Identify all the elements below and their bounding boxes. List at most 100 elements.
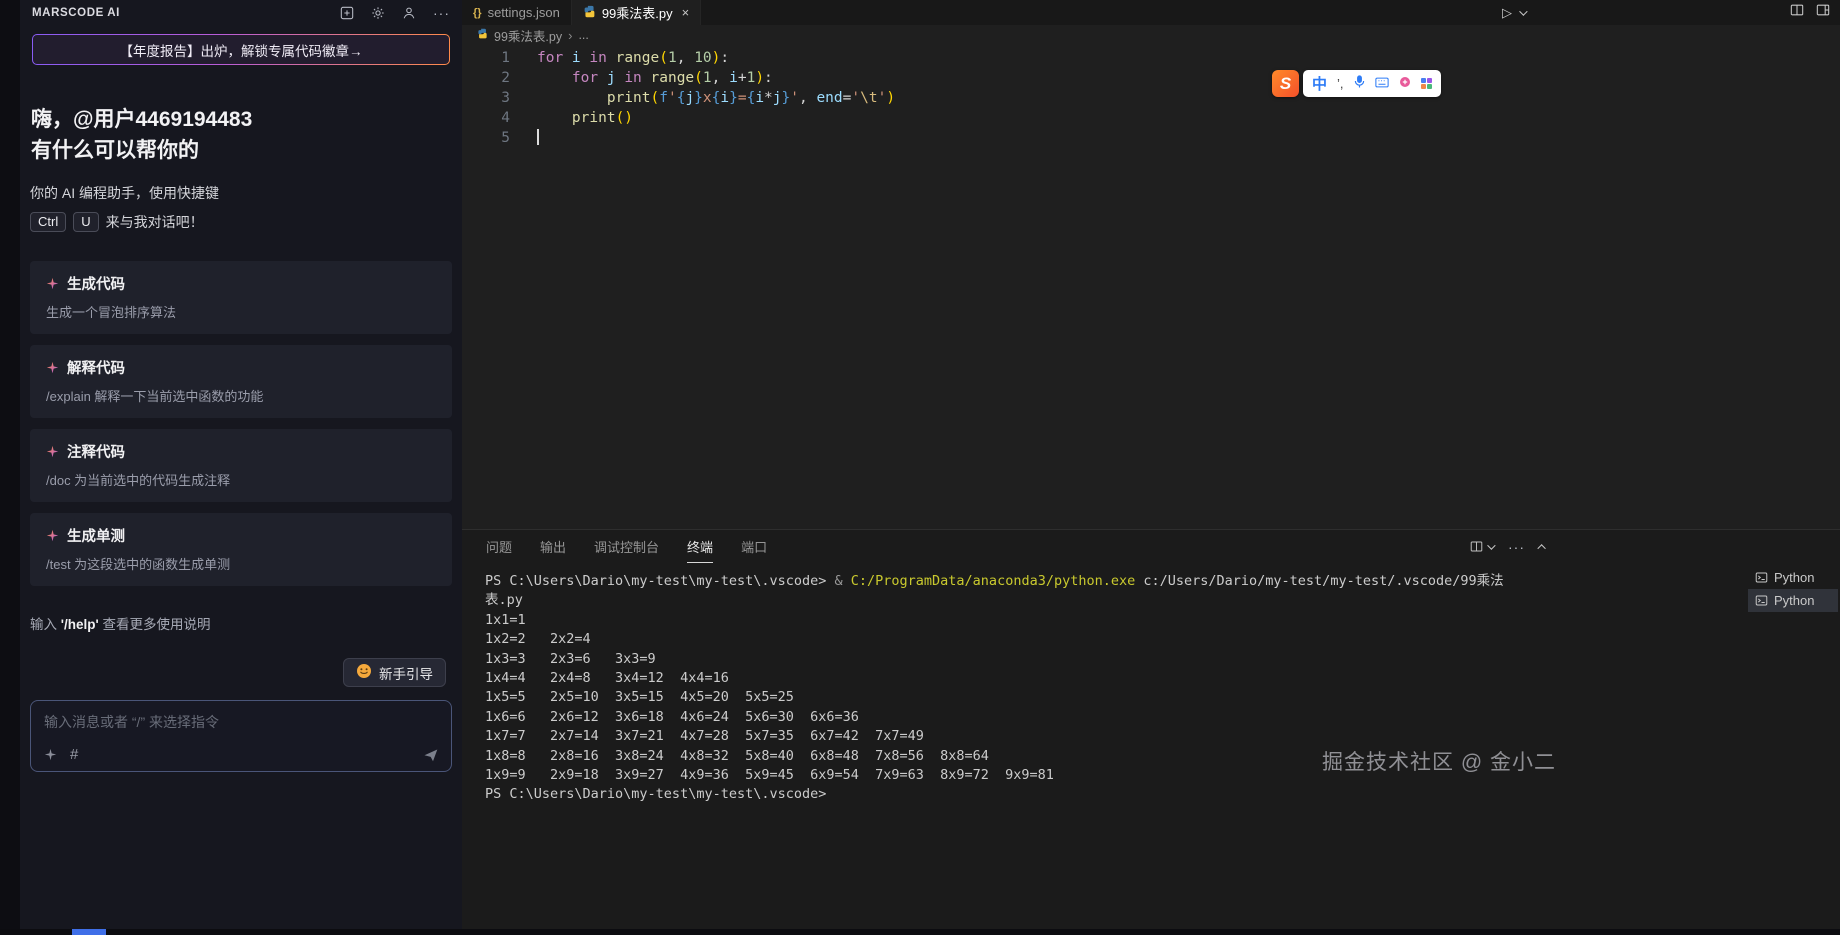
activity-bar[interactable] xyxy=(0,0,20,929)
terminal-line: 1x1=1 xyxy=(485,611,1745,630)
assistant-hint: 你的 AI 编程助手，使用快捷键 xyxy=(30,183,452,203)
terminal-line: PS C:\Users\Dario\my-test\my-test\.vscod… xyxy=(485,572,1745,591)
keyboard-icon[interactable] xyxy=(1375,75,1389,93)
community-watermark: 掘金技术社区 @ 金小二 xyxy=(1322,746,1556,776)
terminal-line: 1x4=4 2x4=8 3x4=12 4x4=16 xyxy=(485,669,1745,688)
code-line[interactable]: 2 for j in range(1, i+1): xyxy=(462,68,1840,88)
maximize-panel-icon[interactable] xyxy=(1537,544,1545,552)
line-number: 2 xyxy=(462,68,510,88)
ime-chinese-mode-icon[interactable]: 中 xyxy=(1312,73,1327,94)
line-number: 1 xyxy=(462,48,510,68)
text-cursor xyxy=(537,129,539,145)
marscode-spark-icon xyxy=(46,529,59,542)
card-generate-code[interactable]: 生成代码 生成一个冒泡排序算法 xyxy=(30,261,452,334)
panel-tab-problems[interactable]: 问题 xyxy=(486,530,512,563)
close-tab-icon[interactable]: × xyxy=(682,5,690,20)
breadcrumb-more[interactable]: ... xyxy=(578,28,588,42)
terminal-list-item[interactable]: Python xyxy=(1748,566,1838,589)
greeting-line1: 嗨，@用户4469194483 xyxy=(31,104,452,135)
code-area[interactable]: 1for i in range(1, 10):2 for j in range(… xyxy=(462,45,1840,523)
card-title: 生成单测 xyxy=(67,525,125,546)
ctrl-keycap: Ctrl xyxy=(30,212,66,232)
split-terminal-icon[interactable] xyxy=(1470,540,1493,553)
marscode-sidebar: MARSCODE AI · xyxy=(20,0,462,929)
chat-input-box[interactable]: 输入消息或者 “/” 来选择指令 # xyxy=(30,700,452,772)
bottom-strip xyxy=(0,929,1840,935)
line-number: 4 xyxy=(462,108,510,128)
card-comment-code[interactable]: 注释代码 /doc 为当前选中的代码生成注释 xyxy=(30,429,452,502)
card-title: 注释代码 xyxy=(67,441,125,462)
code-line[interactable]: 4 print() xyxy=(462,108,1840,128)
card-explain-code[interactable]: 解释代码 /explain 解释一下当前选中函数的功能 xyxy=(30,345,452,418)
tab-label: settings.json xyxy=(488,5,560,20)
ime-menu-grid-icon[interactable] xyxy=(1421,78,1433,90)
terminal-line: 表.py xyxy=(485,591,1745,610)
terminal-list-item-selected[interactable]: Python xyxy=(1748,589,1838,612)
terminal-line: 1x5=5 2x5=10 3x5=15 4x5=20 5x5=25 xyxy=(485,688,1745,707)
microphone-icon[interactable] xyxy=(1354,75,1365,93)
marscode-logo-icon xyxy=(44,748,57,761)
ime-tools-icon[interactable] xyxy=(1399,75,1411,93)
panel-tabbar: 问题 输出 调试控制台 终端 端口 xyxy=(462,530,1840,563)
card-title: 生成代码 xyxy=(67,273,125,294)
settings-gear-icon[interactable] xyxy=(371,6,385,20)
u-keycap: U xyxy=(73,212,98,232)
more-actions-icon[interactable]: ··· xyxy=(433,6,450,20)
card-generate-tests[interactable]: 生成单测 /test 为这段选中的函数生成单测 xyxy=(30,513,452,586)
breadcrumb-chevron-icon: › xyxy=(568,28,572,43)
terminal-line: 1x9=9 2x9=18 3x9=27 4x9=36 5x9=45 6x9=54… xyxy=(485,766,1745,785)
terminal-icon xyxy=(1755,571,1768,584)
panel-tab-debug-console[interactable]: 调试控制台 xyxy=(594,530,659,563)
customize-layout-icon[interactable] xyxy=(1816,3,1830,22)
context-hash-trigger[interactable]: # xyxy=(70,746,78,763)
editor-area: {} settings.json 99乘法表.py × ▷ xyxy=(462,0,1840,929)
breadcrumb[interactable]: 99乘法表.py › ... xyxy=(462,25,1840,45)
marscode-spark-icon xyxy=(46,361,59,374)
beginner-guide-button[interactable]: 新手引导 xyxy=(343,658,446,687)
terminal-line: 1x8=8 2x8=16 3x8=24 4x8=32 5x8=40 6x8=48… xyxy=(485,747,1745,766)
code-line[interactable]: 1for i in range(1, 10): xyxy=(462,48,1840,68)
guide-button-label: 新手引导 xyxy=(379,663,433,683)
card-title: 解释代码 xyxy=(67,357,125,378)
tab-99-multiplication-py[interactable]: 99乘法表.py × xyxy=(572,0,701,25)
panel-tab-terminal[interactable]: 终端 xyxy=(687,530,713,563)
run-python-file-icon[interactable]: ▷ xyxy=(1502,5,1512,21)
breadcrumb-file[interactable]: 99乘法表.py xyxy=(494,26,562,45)
vscode-window: MARSCODE AI · xyxy=(0,0,1840,935)
hugging-face-emoji-icon xyxy=(356,663,372,682)
panel-tab-ports[interactable]: 端口 xyxy=(741,530,767,563)
card-desc: /test 为这段选中的函数生成单测 xyxy=(46,554,436,573)
account-icon[interactable] xyxy=(402,6,416,20)
terminal-icon xyxy=(1755,594,1768,607)
code-line[interactable]: 3 print(f'{j}x{i}={i*j}', end='\t') xyxy=(462,88,1840,108)
line-number: 3 xyxy=(462,88,510,108)
send-message-icon[interactable] xyxy=(423,747,439,763)
terminal-profile-chevron-icon[interactable] xyxy=(1487,541,1495,549)
panel-more-actions-icon[interactable]: ··· xyxy=(1508,540,1525,554)
card-desc: /doc 为当前选中的代码生成注释 xyxy=(46,470,436,489)
new-chat-icon[interactable] xyxy=(340,6,354,20)
code-line[interactable]: 5 xyxy=(462,128,1840,148)
json-file-icon: {} xyxy=(473,7,482,19)
card-desc: /explain 解释一下当前选中函数的功能 xyxy=(46,386,436,405)
greeting-line2: 有什么可以帮你的 xyxy=(31,135,452,166)
panel-tab-output[interactable]: 输出 xyxy=(540,530,566,563)
ime-punctuation-icon[interactable]: ’, xyxy=(1337,76,1344,91)
marscode-spark-icon xyxy=(46,445,59,458)
editor-tabbar: {} settings.json 99乘法表.py × xyxy=(462,0,1840,25)
sogou-logo-icon[interactable]: S xyxy=(1272,70,1299,97)
tab-settings-json[interactable]: {} settings.json xyxy=(462,0,572,25)
terminal-line: PS C:\Users\Dario\my-test\my-test\.vscod… xyxy=(485,785,1745,804)
terminal-output[interactable]: PS C:\Users\Dario\my-test\my-test\.vscod… xyxy=(485,572,1745,927)
sidebar-title: MARSCODE AI xyxy=(32,7,120,19)
tab-label: 99乘法表.py xyxy=(602,3,673,22)
card-desc: 生成一个冒泡排序算法 xyxy=(46,302,436,321)
python-file-icon xyxy=(583,5,596,21)
terminal-list: Python Python xyxy=(1748,566,1838,612)
terminal-line: 1x2=2 2x2=4 xyxy=(485,630,1745,649)
shortcut-row: Ctrl U 来与我对话吧！ xyxy=(30,212,452,232)
annual-report-banner[interactable]: 【年度报告】出炉，解锁专属代码徽章→ xyxy=(32,34,450,65)
split-editor-icon[interactable] xyxy=(1790,3,1804,22)
terminal-label: Python xyxy=(1774,593,1814,608)
help-hint: 输入 '/help' 查看更多使用说明 xyxy=(30,613,452,633)
